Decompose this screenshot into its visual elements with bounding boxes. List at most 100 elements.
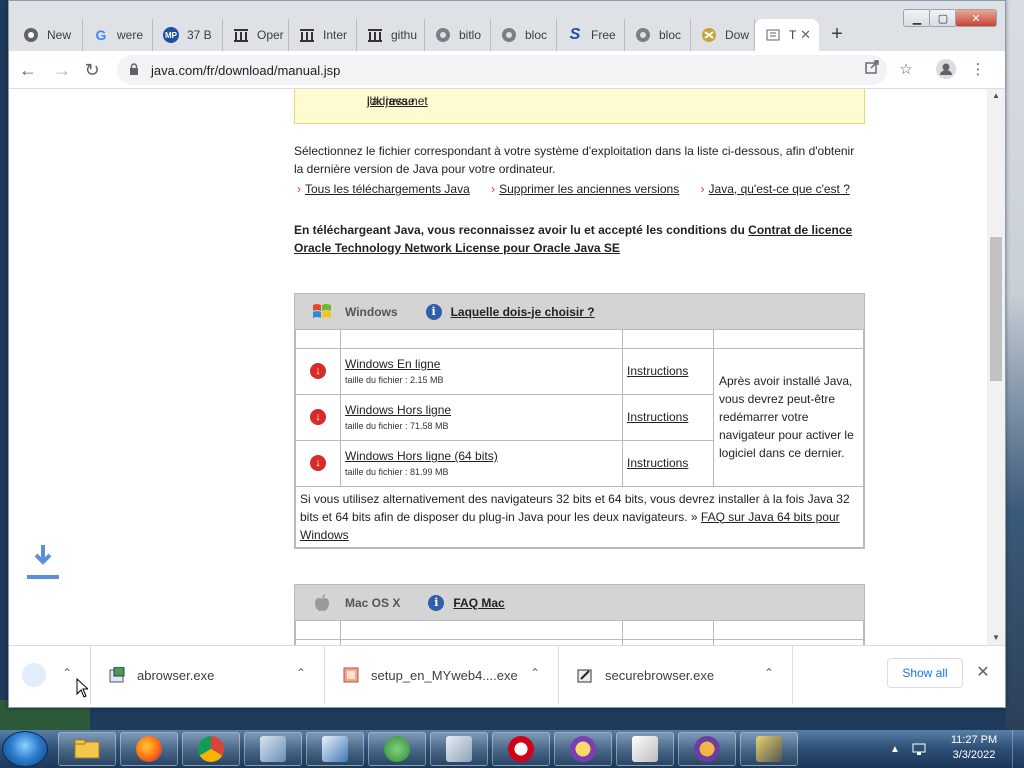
taskbar-app-9[interactable] bbox=[554, 732, 612, 766]
tab-7[interactable]: bloc bbox=[491, 19, 557, 51]
taskbar-opera[interactable] bbox=[492, 732, 550, 766]
faq-mac-link[interactable]: FAQ Mac bbox=[453, 596, 504, 610]
scroll-up-icon[interactable]: ▲ bbox=[987, 89, 1005, 103]
tray-expand-icon[interactable]: ▲ bbox=[890, 744, 900, 755]
chevron-up-icon[interactable]: ⌃ bbox=[764, 666, 774, 680]
tab-6[interactable]: bitlo bbox=[425, 19, 491, 51]
what-is-java-link[interactable]: Java, qu'est-ce que c'est ? bbox=[709, 182, 850, 196]
windows-offline-64bit-link[interactable]: Windows Hors ligne (64 bits) bbox=[345, 449, 622, 463]
windows-title: Windows bbox=[345, 304, 398, 319]
windows-offline-link[interactable]: Windows Hors ligne bbox=[345, 403, 622, 417]
shield-app-icon bbox=[446, 736, 472, 762]
chevron-up-icon[interactable]: ⌃ bbox=[530, 666, 540, 680]
tab-9[interactable]: bloc bbox=[625, 19, 691, 51]
maximize-button[interactable]: ▢ bbox=[929, 9, 957, 27]
taskbar-app-4[interactable] bbox=[244, 732, 302, 766]
notice-suffix: . bbox=[367, 94, 371, 108]
network-icon[interactable] bbox=[912, 742, 928, 756]
download-arrow-icon[interactable]: ↓ bbox=[310, 363, 326, 379]
instructions-link[interactable]: Instructions bbox=[627, 456, 688, 470]
reload-button[interactable]: ↻ bbox=[79, 57, 105, 83]
tab-label: githu bbox=[391, 28, 418, 42]
instructions-link[interactable]: Instructions bbox=[627, 410, 688, 424]
forward-button[interactable]: → bbox=[49, 57, 75, 83]
download-progress-icon[interactable] bbox=[27, 541, 59, 581]
taskbar-app-10[interactable] bbox=[616, 732, 674, 766]
taskbar-explorer[interactable] bbox=[58, 732, 116, 766]
notes-app-icon bbox=[632, 736, 658, 762]
instructions-link[interactable]: Instructions bbox=[627, 364, 688, 378]
mouse-cursor-icon bbox=[76, 678, 88, 698]
firefox-icon bbox=[136, 736, 162, 762]
share-icon[interactable] bbox=[861, 59, 883, 81]
lock-icon bbox=[129, 62, 139, 78]
mac-title: Mac OS X bbox=[345, 595, 401, 610]
download-icon-cell: ↓ bbox=[295, 439, 341, 487]
all-downloads-link[interactable]: Tous les téléchargements Java bbox=[305, 182, 470, 196]
tab-8[interactable]: S Free bbox=[557, 19, 625, 51]
tab-strip: New G were MP 37 B Oper Inter githu bitl… bbox=[9, 1, 1005, 51]
settings-app-icon bbox=[260, 736, 286, 762]
chevron-up-icon[interactable]: ⌃ bbox=[62, 666, 72, 680]
chevron-up-icon[interactable]: ⌃ bbox=[296, 666, 306, 680]
page-scrollbar[interactable]: ▲ ▼ bbox=[987, 89, 1005, 645]
file-size: taille du fichier : 71.58 MB bbox=[345, 421, 449, 431]
tor-app-icon bbox=[694, 736, 720, 762]
download-arrow-icon[interactable]: ↓ bbox=[310, 455, 326, 471]
close-tab-icon[interactable]: ✕ bbox=[800, 27, 811, 43]
start-button[interactable] bbox=[2, 731, 48, 767]
quick-links: › Tous les téléchargements Java › Supprime… bbox=[297, 182, 868, 196]
bookmark-star-icon[interactable]: ☆ bbox=[895, 59, 917, 81]
intro-paragraph: Sélectionnez le fichier correspondant à … bbox=[294, 142, 865, 178]
close-download-shelf-icon[interactable]: ✕ bbox=[973, 662, 993, 684]
taskbar-app-5[interactable] bbox=[306, 732, 364, 766]
spacer-cell bbox=[340, 330, 623, 349]
back-button[interactable]: ← bbox=[15, 57, 41, 83]
taskbar-app-12[interactable] bbox=[740, 732, 798, 766]
tab-1[interactable]: G were bbox=[83, 19, 153, 51]
license-text: En téléchargeant Java, vous reconnaissez… bbox=[294, 223, 749, 237]
remove-old-versions-link[interactable]: Supprimer les anciennes versions bbox=[499, 182, 679, 196]
profile-icon[interactable] bbox=[935, 59, 957, 81]
table-row: ↓ Windows En ligne taille du fichier : 2… bbox=[295, 347, 864, 487]
windows-online-link[interactable]: Windows En ligne bbox=[345, 357, 622, 371]
tab-3[interactable]: Oper bbox=[223, 19, 289, 51]
url-text: java.com/fr/download/manual.jsp bbox=[151, 62, 341, 78]
minimize-button[interactable]: ▁ bbox=[903, 9, 931, 27]
system-clock[interactable]: 11:27 PM 3/3/2022 bbox=[944, 733, 1004, 763]
windows-downloads-table: ↓ Windows En ligne taille du fichier : 2… bbox=[295, 330, 864, 548]
tab-2[interactable]: MP 37 B bbox=[153, 19, 223, 51]
address-bar[interactable]: java.com/fr/download/manual.jsp bbox=[117, 55, 887, 85]
tab-4[interactable]: Inter bbox=[289, 19, 357, 51]
show-desktop-button[interactable] bbox=[1012, 730, 1024, 768]
close-window-button[interactable]: ✕ bbox=[955, 9, 997, 27]
intro-line-1: Sélectionnez le fichier correspondant à … bbox=[294, 144, 855, 158]
spacer-cell bbox=[622, 621, 714, 640]
tab-0[interactable]: New bbox=[13, 19, 83, 51]
taskbar-app-11[interactable] bbox=[678, 732, 736, 766]
instructions-cell: Instructions bbox=[622, 347, 714, 395]
download-item-1[interactable]: setup_en_MYweb4....exe ⌃ bbox=[325, 646, 559, 704]
menu-kebab-icon[interactable]: ⋮ bbox=[967, 59, 989, 81]
download-item-0[interactable]: abrowser.exe ⌃ bbox=[91, 646, 325, 704]
taskbar-app-6[interactable] bbox=[368, 732, 426, 766]
spacer-cell bbox=[622, 330, 714, 349]
download-icon-cell: ↓ bbox=[295, 347, 341, 395]
download-arrow-icon[interactable]: ↓ bbox=[310, 409, 326, 425]
tab-10[interactable]: Dow bbox=[691, 19, 755, 51]
taskbar-chrome[interactable] bbox=[182, 732, 240, 766]
which-to-choose-link[interactable]: Laquelle dois-je choisir ? bbox=[451, 305, 595, 319]
tab-11-active[interactable]: T ✕ bbox=[755, 19, 819, 51]
windows-taskbar: ▲ 11:27 PM 3/3/2022 bbox=[0, 730, 1024, 768]
taskbar-firefox[interactable] bbox=[120, 732, 178, 766]
new-tab-button[interactable]: + bbox=[825, 23, 849, 47]
scroll-down-icon[interactable]: ▼ bbox=[987, 631, 1005, 645]
download-item-2[interactable]: securebrowser.exe ⌃ bbox=[559, 646, 793, 704]
scroll-thumb[interactable] bbox=[990, 237, 1002, 381]
show-all-button[interactable]: Show all bbox=[887, 658, 963, 688]
tab-5[interactable]: githu bbox=[357, 19, 425, 51]
jdk-link[interactable]: jdk.java.net bbox=[367, 94, 428, 108]
exe-file-icon bbox=[109, 667, 125, 683]
taskbar-app-7[interactable] bbox=[430, 732, 488, 766]
tab-label: Dow bbox=[725, 28, 750, 42]
